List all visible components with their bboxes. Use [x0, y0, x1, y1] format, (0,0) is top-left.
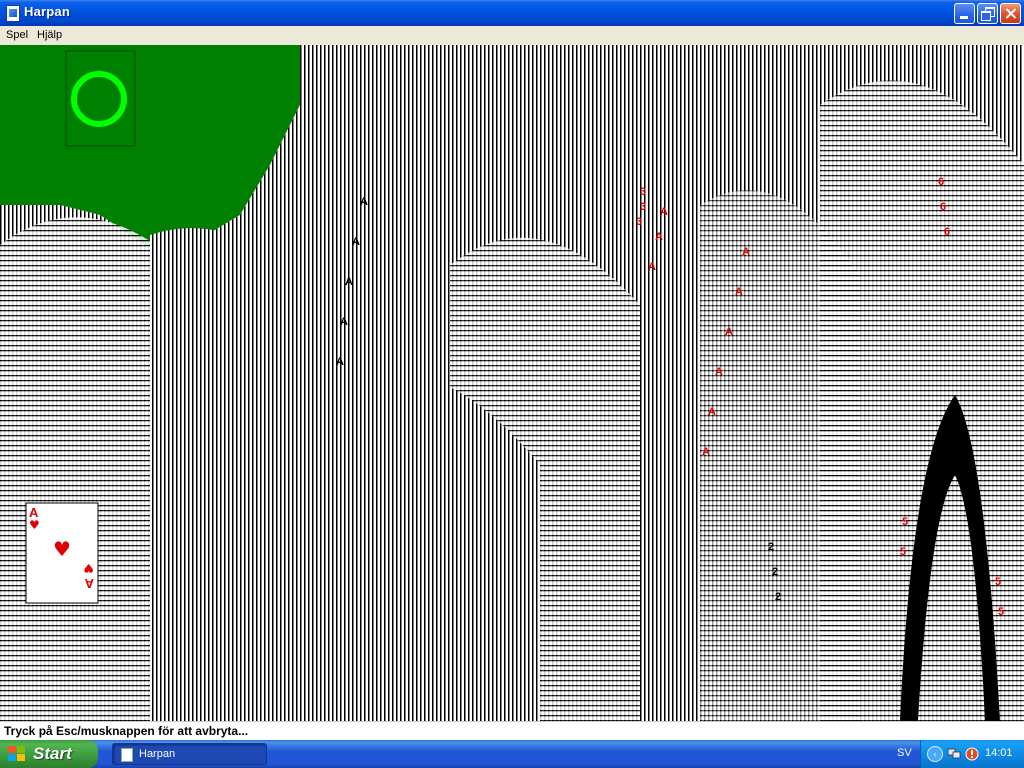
start-label: Start — [33, 744, 72, 763]
card-rank-inverted: A — [84, 576, 94, 591]
svg-text:A: A — [735, 286, 743, 298]
window-title: Harpan — [24, 4, 70, 19]
status-text: Tryck på Esc/musknappen för att avbryta.… — [4, 724, 249, 738]
svg-text:6: 6 — [938, 176, 944, 188]
status-bar: Tryck på Esc/musknappen för att avbryta.… — [0, 721, 1024, 740]
security-shield-icon[interactable] — [965, 747, 979, 761]
window-titlebar[interactable]: Harpan — [0, 0, 1024, 26]
card-suit-small: ♥ — [29, 518, 40, 532]
svg-text:3: 3 — [636, 216, 642, 228]
svg-text:A: A — [336, 356, 344, 368]
show-hidden-icons-icon[interactable]: ‹ — [927, 746, 943, 762]
card-suit-center: ♥ — [53, 537, 71, 561]
menu-item-hjalp[interactable]: Hjälp — [37, 29, 62, 41]
svg-text:A: A — [660, 206, 668, 218]
bouncing-cards-animation: 3 3 3 A A A A A A A A A 6 6 6 A A A A A 2 2 2 5 5 5 5 A ♥… — [0, 45, 1024, 721]
menu-item-spel[interactable]: Spel — [6, 29, 28, 41]
svg-text:3: 3 — [640, 201, 646, 213]
restore-button[interactable] — [977, 3, 998, 24]
taskbar-item-harpan[interactable]: Harpan — [112, 743, 267, 765]
taskbar: Start Harpan SV ‹ 14:01 — [0, 740, 1024, 768]
svg-text:5: 5 — [900, 546, 906, 558]
svg-text:A: A — [360, 196, 368, 208]
svg-text:5: 5 — [995, 576, 1001, 588]
svg-text:A: A — [345, 276, 353, 288]
app-icon — [6, 5, 20, 22]
clock: 14:01 — [985, 747, 1013, 759]
taskbar-item-label: Harpan — [139, 748, 176, 760]
svg-text:A: A — [708, 406, 716, 418]
minimize-button[interactable] — [954, 3, 975, 24]
svg-text:A: A — [340, 316, 348, 328]
svg-text:2: 2 — [768, 541, 774, 553]
svg-text:2: 2 — [775, 591, 781, 603]
svg-text:2: 2 — [772, 566, 778, 578]
svg-text:A: A — [725, 326, 733, 338]
language-indicator[interactable]: SV — [897, 747, 912, 759]
svg-text:A: A — [742, 246, 750, 258]
start-button[interactable]: Start — [0, 740, 98, 768]
svg-text:6: 6 — [944, 226, 950, 238]
desktop-screen: Harpan Spel Hjälp 3 3 3 A A A A A A A A … — [0, 0, 1024, 768]
svg-text:A: A — [352, 236, 360, 248]
windows-logo-icon — [8, 746, 26, 762]
app-icon — [121, 748, 133, 762]
svg-text:5: 5 — [998, 606, 1004, 618]
svg-text:3: 3 — [640, 186, 646, 198]
network-icon[interactable] — [947, 747, 961, 760]
menu-bar: Spel Hjälp — [0, 26, 1024, 45]
system-tray: ‹ 14:01 — [920, 740, 1024, 768]
card-suit-small-inverted: ♥ — [83, 561, 94, 575]
ace-of-hearts-card[interactable]: A ♥ ♥ ♥ A — [25, 502, 99, 604]
svg-text:6: 6 — [940, 201, 946, 213]
svg-text:A: A — [702, 446, 710, 458]
svg-text:5: 5 — [902, 516, 908, 528]
close-button[interactable] — [1000, 3, 1021, 24]
svg-text:A: A — [715, 366, 723, 378]
solitaire-game-area[interactable]: 3 3 3 A A A A A A A A A 6 6 6 A A A A A 2 2 2 5 5 5 5 A ♥… — [0, 45, 1024, 721]
svg-text:A: A — [655, 231, 663, 243]
svg-text:A: A — [648, 261, 656, 273]
